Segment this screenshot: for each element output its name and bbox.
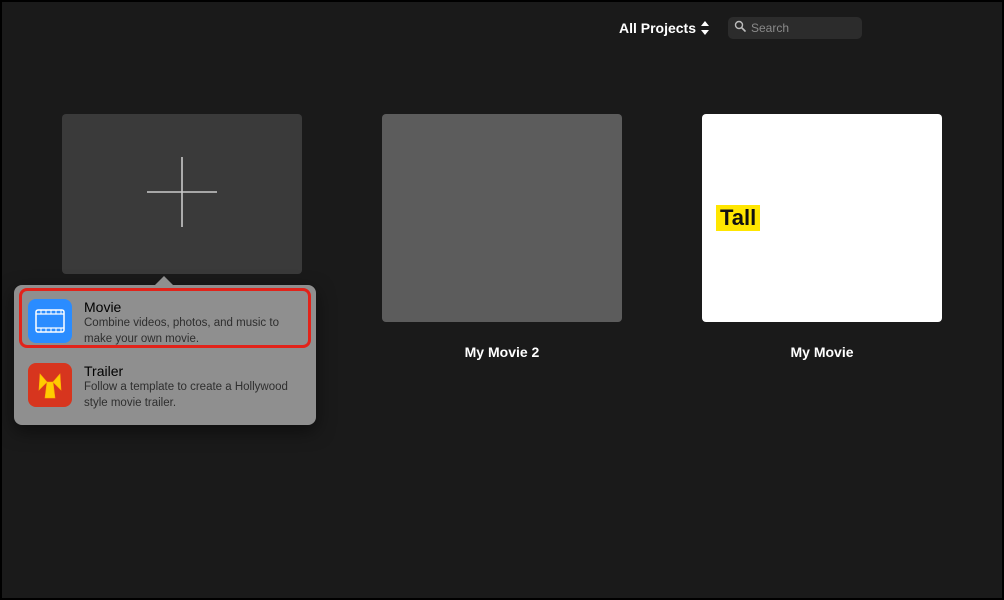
create-project-button[interactable] xyxy=(62,114,302,274)
popover-trailer-text: Trailer Follow a template to create a Ho… xyxy=(84,363,302,411)
movie-icon xyxy=(28,299,72,343)
projects-filter-label: All Projects xyxy=(619,20,696,36)
search-input[interactable] xyxy=(751,21,856,35)
popover-trailer-title: Trailer xyxy=(84,363,302,379)
plus-icon xyxy=(143,153,221,236)
search-icon xyxy=(734,19,746,37)
projects-filter-button[interactable]: All Projects xyxy=(619,20,710,36)
project-title: My Movie 2 xyxy=(465,344,540,360)
popover-trailer-desc: Follow a template to create a Hollywood … xyxy=(84,380,302,411)
thumbnail-left-pane: Tall xyxy=(702,205,822,231)
popover-movie-desc: Combine videos, photos, and music to mak… xyxy=(84,316,302,347)
tall-overlay-text: Tall xyxy=(716,205,760,231)
popover-option-trailer[interactable]: Trailer Follow a template to create a Ho… xyxy=(14,355,316,419)
project-title: My Movie xyxy=(790,344,853,360)
header-bar: All Projects xyxy=(2,2,1002,54)
project-card-my-movie[interactable]: Tall My Movie xyxy=(702,114,942,360)
popover-option-movie[interactable]: Movie Combine videos, photos, and music … xyxy=(14,291,316,355)
project-thumbnail-empty xyxy=(382,114,622,322)
trailer-icon xyxy=(28,363,72,407)
project-card-my-movie-2[interactable]: My Movie 2 xyxy=(382,114,622,360)
search-field[interactable] xyxy=(728,17,862,39)
popover-movie-text: Movie Combine videos, photos, and music … xyxy=(84,299,302,347)
updown-icon xyxy=(700,21,710,35)
new-project-popover: Movie Combine videos, photos, and music … xyxy=(14,285,316,425)
popover-movie-title: Movie xyxy=(84,299,302,315)
project-thumbnail-bamboo: Tall xyxy=(702,114,942,322)
